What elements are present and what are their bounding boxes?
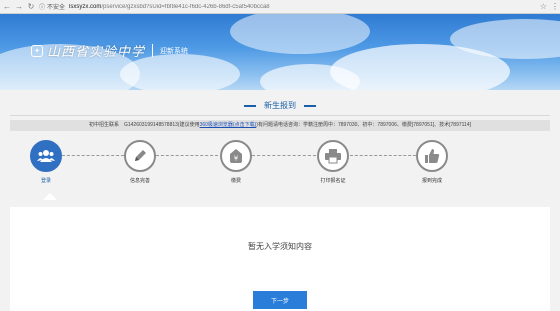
- title-bar-left: [244, 104, 256, 107]
- title-divider: [10, 115, 550, 116]
- thumbs-up-icon: [416, 140, 448, 172]
- progress-steps: 登录 信息完善 ¥ 缴费 打印报名证 报到完成: [0, 140, 560, 200]
- section-title: 新生报到: [0, 100, 560, 111]
- title-bar-right: [304, 104, 316, 107]
- main-content: 新生报到 初中招生联系 G142603199148578813(建议使用360极…: [0, 90, 560, 311]
- header-banner: ✦ 山西省实验中学 迎新系统: [0, 14, 560, 90]
- step-label: 登录: [40, 178, 51, 184]
- url-path: /pservice/gzxsbd?sUid=fbf8e41c-f6dc-426b…: [101, 3, 270, 10]
- logo-divider: [152, 44, 154, 57]
- info-panel: 暂无入学须知内容 下一步: [10, 207, 550, 311]
- school-logo[interactable]: ✦ 山西省实验中学 迎新系统: [31, 41, 188, 60]
- info-icon: ⓘ: [39, 5, 46, 11]
- users-icon: [30, 140, 62, 172]
- step-label: 信息完善: [129, 178, 150, 184]
- step-print-pass[interactable]: 打印报名证: [303, 140, 363, 184]
- browser-download-link[interactable]: 360极速浏览器(点击下载): [200, 122, 257, 128]
- school-name: 山西省实验中学: [47, 45, 146, 60]
- money-tag-icon: ¥: [220, 140, 252, 172]
- step-payment[interactable]: ¥ 缴费: [206, 140, 266, 184]
- step-info-complete[interactable]: 信息完善: [110, 140, 170, 184]
- notice-suffix: )有问题请电话咨询：学籍注册周中：7897030、初中：7897006、缴费[7…: [256, 122, 471, 128]
- back-icon[interactable]: ←: [3, 2, 11, 11]
- step-label: 打印报名证: [320, 178, 346, 184]
- browser-toolbar: ← → ↻ ⓘ 不安全 lsxsyzx.com/pservice/gzxsbd?…: [0, 0, 560, 14]
- address-bar[interactable]: lsxsyzx.com/pservice/gzxsbd?sUid=fbf8e41…: [69, 4, 536, 10]
- reload-icon[interactable]: ↻: [27, 2, 35, 11]
- step-label: 缴费: [230, 178, 241, 184]
- browser-menu-icon[interactable]: ⋮: [551, 2, 559, 11]
- empty-notice-message: 暂无入学须知内容: [248, 242, 312, 251]
- step-label: 报到完成: [421, 178, 442, 184]
- step-registration-done[interactable]: 报到完成: [402, 140, 462, 184]
- security-indicator[interactable]: ⓘ 不安全: [39, 2, 65, 11]
- bookmark-star-icon[interactable]: ☆: [540, 2, 547, 11]
- system-name: 迎新系统: [160, 47, 189, 55]
- pencil-icon: [124, 140, 156, 172]
- step-login[interactable]: 登录: [16, 140, 76, 184]
- url-host: lsxsyzx.com: [69, 3, 102, 10]
- notice-bar: 初中招生联系 G142603199148578813(建议使用360极速浏览器(…: [10, 120, 550, 131]
- book-emblem-icon: ✦: [31, 44, 43, 57]
- forward-icon[interactable]: →: [15, 2, 23, 11]
- security-label: 不安全: [47, 5, 66, 11]
- active-step-pointer: [43, 193, 57, 200]
- page-title: 新生报到: [264, 101, 296, 110]
- notice-prefix: 初中招生联系 G142603199148578813(建议使用: [88, 122, 200, 128]
- printer-icon: [317, 140, 349, 172]
- next-step-button[interactable]: 下一步: [253, 291, 307, 309]
- svg-text:¥: ¥: [234, 155, 239, 163]
